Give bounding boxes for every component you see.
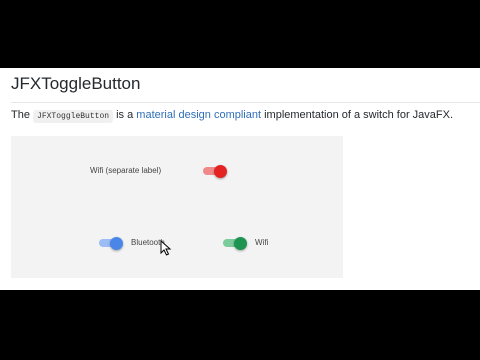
readme-section: JFXToggleButton The JFXToggleButton is a… — [0, 68, 480, 290]
wifi-toggle[interactable] — [223, 236, 247, 250]
desc-is-a: is a — [116, 109, 134, 121]
wifi-label: Wifi — [255, 238, 269, 247]
wifi-separate-label: Wifi (separate label) — [90, 166, 162, 175]
desc-prefix: The — [11, 109, 30, 121]
toggle-thumb — [234, 236, 247, 250]
desc-code: JFXToggleButton — [33, 110, 114, 123]
mouse-cursor-icon — [160, 240, 172, 256]
demo-panel: Wifi (separate label) Bluetooth Wifi — [11, 136, 343, 278]
page-title: JFXToggleButton — [11, 74, 141, 93]
wifi-separate-toggle[interactable] — [203, 164, 227, 178]
title-divider — [11, 102, 480, 103]
toggle-thumb — [214, 164, 227, 178]
bluetooth-toggle[interactable] — [99, 236, 123, 250]
material-design-link[interactable]: material design compliant — [136, 109, 261, 121]
toggle-thumb — [110, 236, 123, 250]
description: The JFXToggleButton is a material design… — [11, 109, 454, 123]
desc-suffix: implementation of a switch for JavaFX. — [264, 109, 454, 121]
